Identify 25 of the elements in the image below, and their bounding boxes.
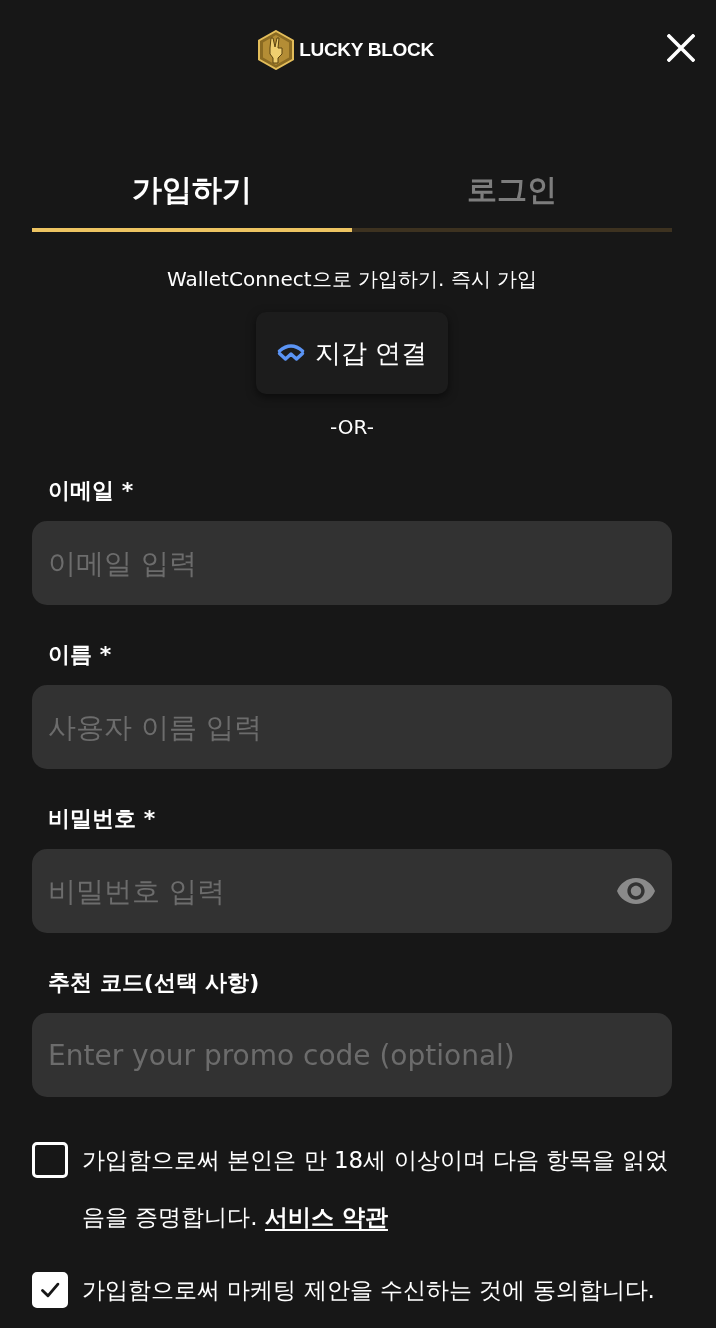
field-label: 비밀번호 *	[47, 805, 156, 833]
field-label: 이름 *	[47, 641, 112, 669]
checkbox[interactable]	[32, 1272, 68, 1308]
wallet-prompt: WalletConnect으로 가입하기. 즉시 가입	[165, 266, 539, 293]
eye-icon[interactable]	[617, 878, 655, 904]
input-field[interactable]: 사용자 이름 입력	[32, 685, 672, 769]
input-field[interactable]: Enter your promo code (optional)	[32, 1013, 672, 1097]
check-icon	[38, 1280, 62, 1300]
field-label: 추천 코드(선택 사항)	[47, 969, 260, 997]
tab[interactable]: 로그인	[352, 152, 672, 232]
field-label: 이메일 *	[47, 477, 134, 505]
logo-text: LUCKY BLOCK	[299, 39, 434, 61]
input-field[interactable]: 이메일 입력	[32, 521, 672, 605]
tab[interactable]: 가입하기	[32, 152, 352, 232]
or-divider: -OR-	[329, 414, 375, 441]
connect-wallet-button[interactable]: 지갑 연결	[256, 312, 448, 394]
hexagon-logo-icon	[258, 30, 295, 70]
consent-text: 가입함으로써 마케팅 제안을 수신하는 것에 동의합니다.	[82, 1276, 656, 1305]
close-button[interactable]	[666, 33, 696, 63]
close-icon	[667, 34, 695, 62]
checkbox[interactable]	[32, 1142, 68, 1178]
consent-text: 가입함으로써 본인은 만 18세 이상이며 다음 항목을 읽었음을 증명합니다. 서비스 약관	[82, 1146, 670, 1232]
terms-link[interactable]: 서비스 약관	[264, 1204, 388, 1230]
password-field[interactable]: 비밀번호 입력	[32, 849, 672, 933]
wave-icon	[276, 344, 305, 362]
